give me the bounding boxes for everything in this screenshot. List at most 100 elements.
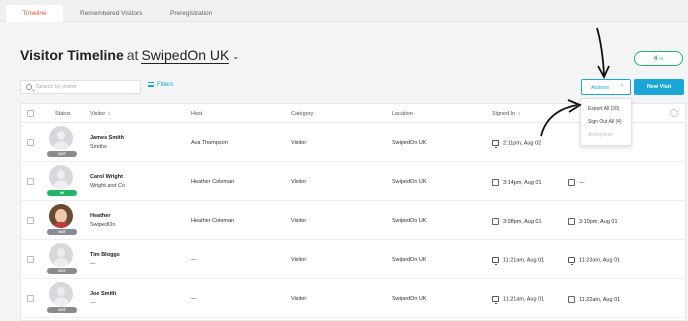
visitor-name[interactable]: Heather xyxy=(90,213,110,219)
category-cell: Visitor xyxy=(291,179,307,185)
status-badge: OUT xyxy=(47,268,77,274)
visitor-company: — xyxy=(90,261,96,267)
visitor-company: SwipedOn xyxy=(90,222,116,228)
column-status: Status xyxy=(55,111,71,117)
tab-remembered-visitors[interactable]: Remembered Visitors xyxy=(70,5,152,22)
visitor-company: Smiths xyxy=(90,144,107,150)
chevron-down-icon[interactable]: ⌄ xyxy=(232,52,239,61)
table-row[interactable]: OUT Tim Bloggs — — Visitor SwipedOn UK 1… xyxy=(21,240,685,279)
signed-out-cell: 11:23am, Aug 01 xyxy=(568,257,620,265)
row-checkbox[interactable] xyxy=(27,178,34,185)
column-signed-in-label: Signed In xyxy=(492,111,516,117)
avatar xyxy=(49,165,73,189)
monitor-icon xyxy=(492,296,499,304)
host-cell: — xyxy=(191,296,197,302)
category-cell: Visitor xyxy=(291,140,307,146)
search-input[interactable]: Search by visitor xyxy=(20,80,141,94)
gear-icon[interactable] xyxy=(670,109,678,117)
signed-in-cell: 11:21am, Aug 01 xyxy=(492,257,545,265)
location-cell: SwipedOn UK xyxy=(392,257,427,263)
signed-in-time: 2:11pm, Aug 02 xyxy=(503,140,542,147)
menu-item-sign-out-all[interactable]: Sign Out All (4) xyxy=(588,119,622,125)
visitor-name[interactable]: Carol Wright xyxy=(90,174,123,180)
signed-out-cell: 11:22am, Aug 01 xyxy=(568,296,620,303)
table-row[interactable]: IN Carol Wright Wright and Co Heather Co… xyxy=(21,162,685,201)
category-cell: Visitor xyxy=(291,218,307,224)
search-icon xyxy=(26,84,32,90)
signed-in-time: 3:14pm, Aug 01 xyxy=(503,179,542,186)
onsite-count-badge: 4 In xyxy=(634,51,683,66)
avatar xyxy=(49,282,73,306)
column-visitor-label: Visitor xyxy=(90,111,106,117)
page-title-text: Visitor Timeline xyxy=(20,47,124,63)
tab-preregistration[interactable]: Preregistration xyxy=(160,5,222,22)
host-cell: Ava Thompson xyxy=(191,140,228,146)
category-cell: Visitor xyxy=(291,257,307,263)
column-location: Location xyxy=(392,111,413,117)
column-host: Host xyxy=(191,111,203,117)
host-cell: Heather Coleman xyxy=(191,179,235,185)
checkbox-icon xyxy=(568,296,575,303)
filters-button[interactable]: Filters xyxy=(148,82,173,88)
column-category: Category xyxy=(291,111,314,117)
location-selector[interactable]: SwipedOn UK xyxy=(141,47,230,64)
menu-item-export-all[interactable]: Export All (20) xyxy=(588,106,619,112)
location-cell: SwipedOn UK xyxy=(392,296,427,302)
visitor-name[interactable]: Joe Smith xyxy=(90,291,116,297)
host-cell: — xyxy=(191,257,197,263)
signed-in-cell: 3:14pm, Aug 01 xyxy=(492,179,542,186)
row-checkbox[interactable] xyxy=(27,256,34,263)
location-cell: SwipedOn UK xyxy=(392,179,427,185)
filter-icon xyxy=(148,82,154,87)
sort-icon: ⇕ xyxy=(107,111,111,116)
table-row[interactable]: OUT Heather SwipedOn Heather Coleman Vis… xyxy=(21,201,685,240)
monitor-icon xyxy=(492,140,499,148)
column-signed-in[interactable]: Signed In ⇕ xyxy=(492,111,521,117)
signed-out-time: — xyxy=(579,179,585,186)
location-cell: SwipedOn UK xyxy=(392,218,427,224)
checkbox-icon xyxy=(568,218,575,225)
status-badge: IN xyxy=(47,190,77,196)
page-title-at: at xyxy=(126,47,139,63)
onsite-count-suffix: In xyxy=(659,56,664,61)
monitor-icon xyxy=(492,257,499,265)
status-badge: OUT xyxy=(47,229,77,235)
search-placeholder: Search by visitor xyxy=(36,84,77,90)
host-cell: Heather Coleman xyxy=(191,218,235,224)
arrow-down-icon xyxy=(596,27,605,76)
column-visitor[interactable]: Visitor ⇕ xyxy=(90,111,111,117)
filters-label: Filters xyxy=(157,82,174,89)
signed-out-time: 3:10pm, Aug 01 xyxy=(579,218,618,225)
signed-in-cell: 11:21am, Aug 01 xyxy=(492,296,545,304)
page-title: Visitor Timeline at SwipedOn UK ⌄ xyxy=(20,47,239,64)
visitor-name[interactable]: James Smith xyxy=(90,135,124,141)
monitor-icon xyxy=(568,257,575,265)
signed-in-time: 11:21am, Aug 01 xyxy=(503,296,545,303)
row-checkbox[interactable] xyxy=(27,139,34,146)
row-checkbox[interactable] xyxy=(27,295,34,302)
tab-bar: Timeline Remembered Visitors Preregistra… xyxy=(0,0,688,22)
category-cell: Visitor xyxy=(291,296,307,302)
signed-in-time: 11:21am, Aug 01 xyxy=(503,257,545,264)
select-all-checkbox[interactable] xyxy=(27,110,34,117)
visitor-company: Wright and Co xyxy=(90,183,126,189)
signed-in-cell: 3:08pm, Aug 01 xyxy=(492,218,542,225)
signed-out-cell: — xyxy=(568,179,585,186)
actions-label: Actions xyxy=(591,85,610,91)
checkbox-icon xyxy=(568,179,575,186)
status-badge: OUT xyxy=(47,151,77,157)
onsite-count-value: 4 xyxy=(653,55,658,62)
tab-timeline[interactable]: Timeline xyxy=(6,5,63,22)
location-cell: SwipedOn UK xyxy=(392,140,427,146)
menu-item-anonymize: Anonymize xyxy=(588,132,613,138)
status-badge: OUT xyxy=(47,307,77,313)
actions-menu: Export All (20) Sign Out All (4) Anonymi… xyxy=(580,98,632,146)
table-row[interactable]: OUT Joe Smith — — Visitor SwipedOn UK 11… xyxy=(21,279,685,318)
signed-out-time: 11:22am, Aug 01 xyxy=(579,296,621,303)
actions-button[interactable]: Actions ^ xyxy=(581,79,631,95)
new-visit-button[interactable]: New Visit xyxy=(634,79,684,95)
row-checkbox[interactable] xyxy=(27,217,34,224)
checkbox-icon xyxy=(492,218,499,225)
visitor-name[interactable]: Tim Bloggs xyxy=(90,252,120,258)
avatar xyxy=(49,204,73,228)
